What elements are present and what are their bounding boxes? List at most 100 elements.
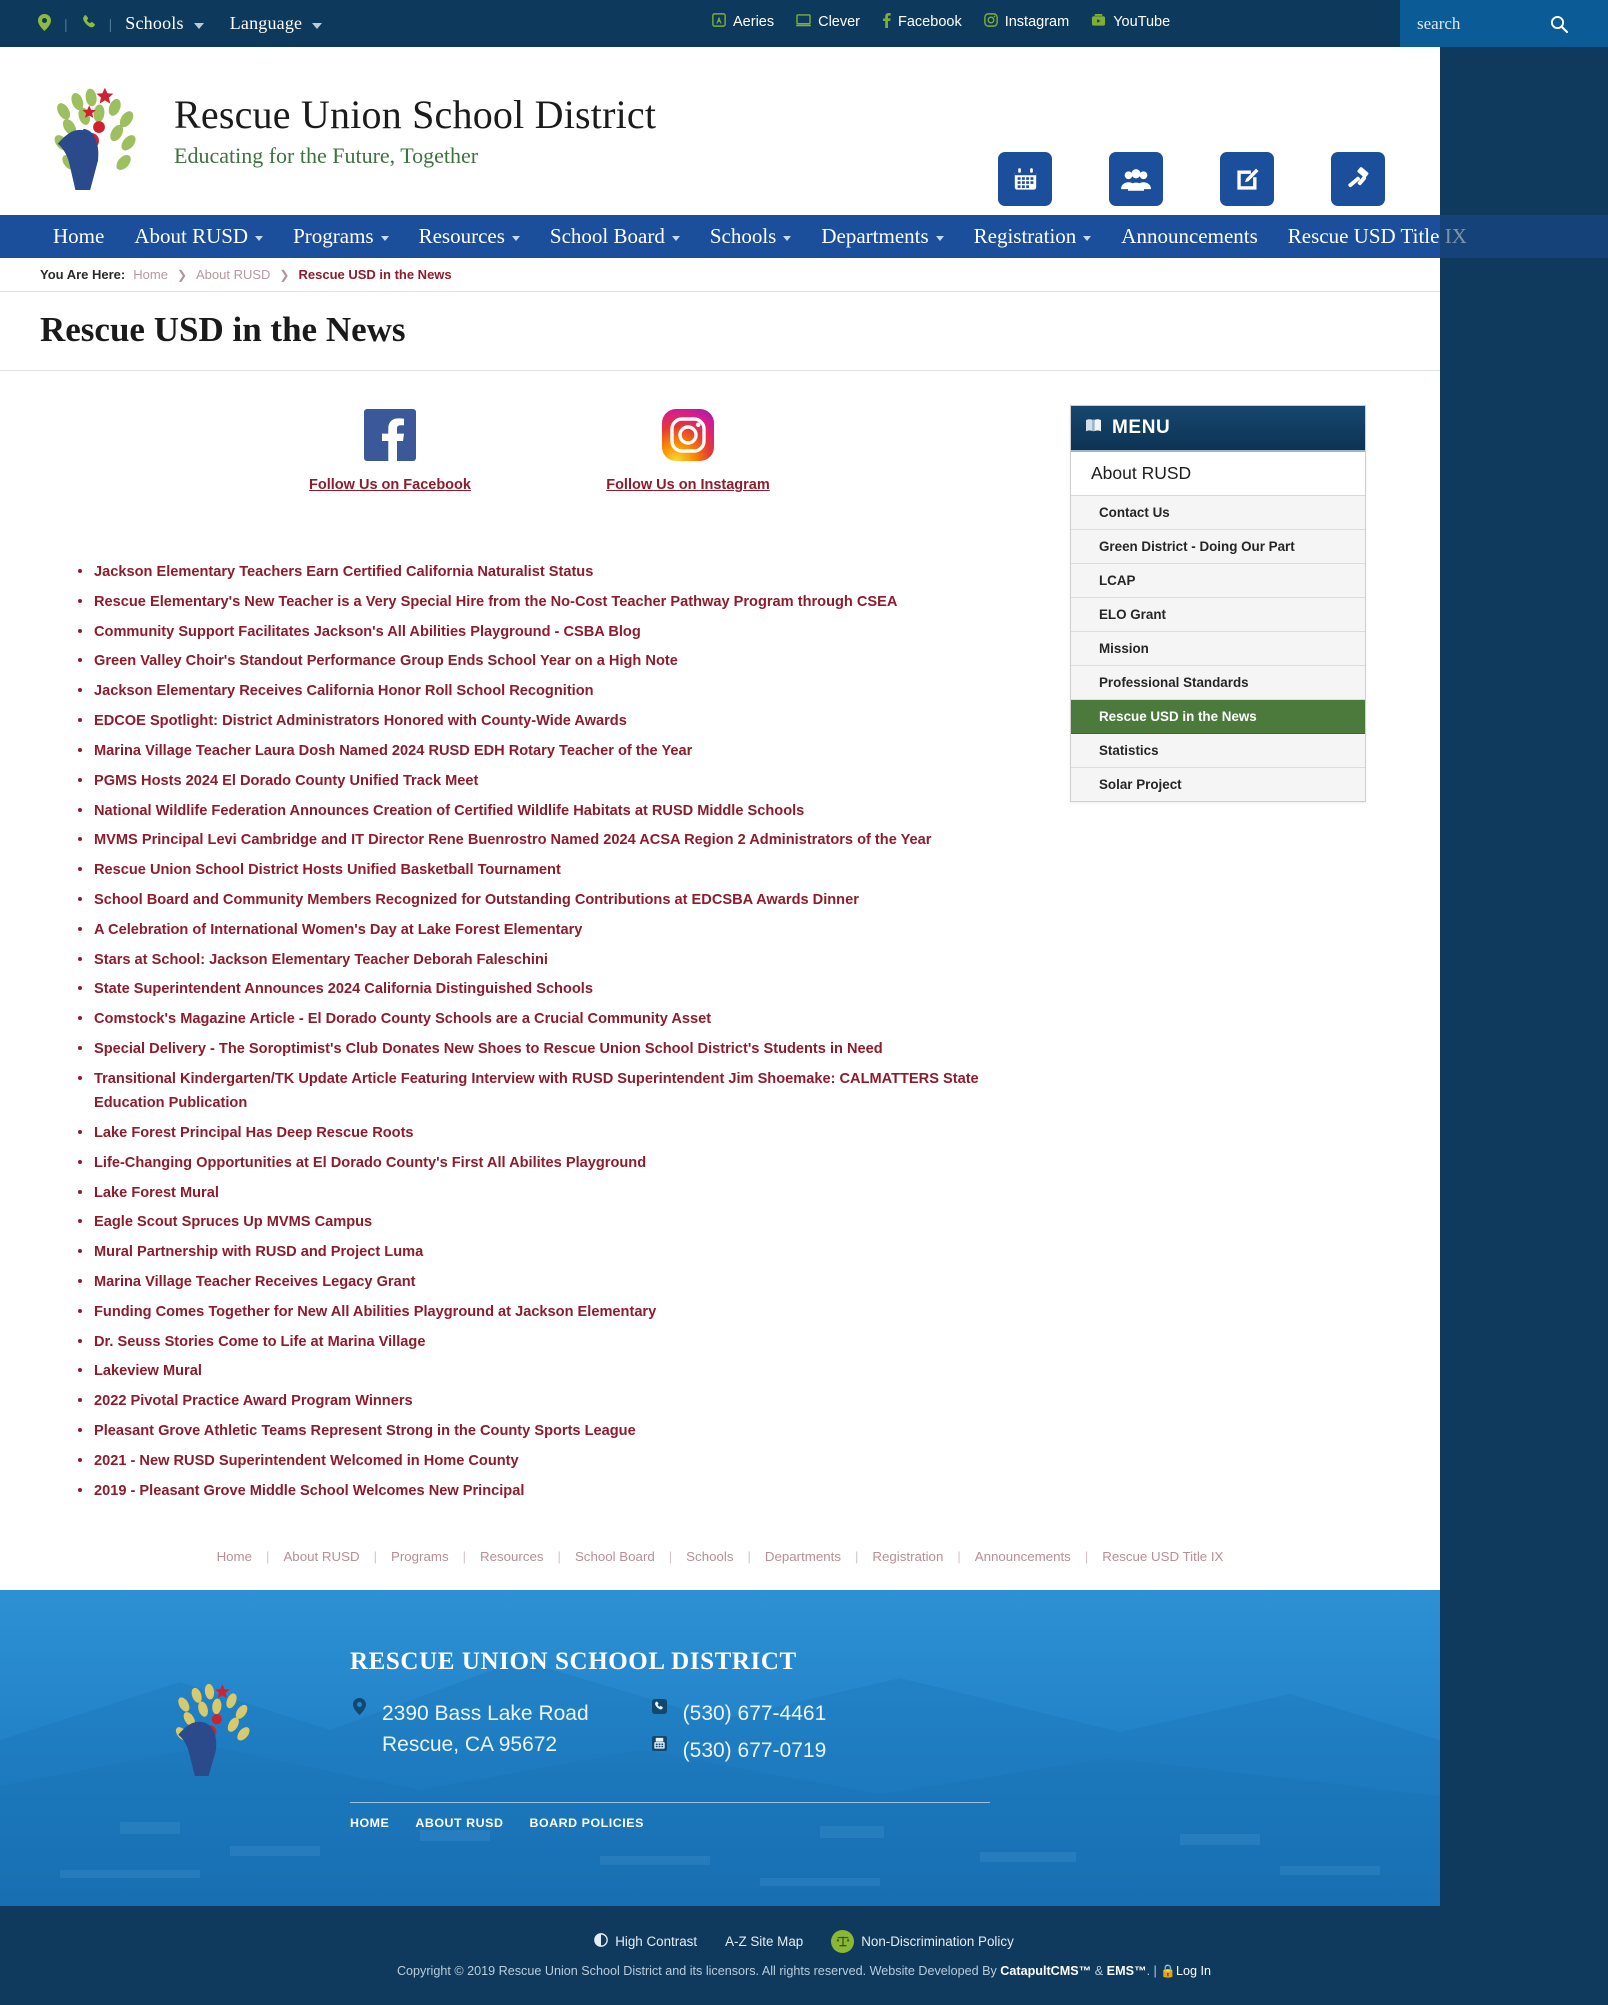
- footer-sublink-home[interactable]: HOME: [350, 1816, 389, 1830]
- sidebar-item-lcap[interactable]: LCAP: [1071, 564, 1365, 598]
- footer-nav-school-board[interactable]: School Board: [561, 1549, 669, 1564]
- sidebar-item-mission[interactable]: Mission: [1071, 632, 1365, 666]
- nav-item-about-rusd[interactable]: About RUSD: [119, 224, 278, 249]
- news-link[interactable]: Rescue Elementary's New Teacher is a Ver…: [94, 594, 897, 610]
- news-link[interactable]: Lakeview Mural: [94, 1363, 202, 1379]
- news-link[interactable]: 2019 - Pleasant Grove Middle School Welc…: [94, 1483, 524, 1499]
- news-list: Jackson Elementary Teachers Earn Certifi…: [0, 560, 1070, 1503]
- news-link[interactable]: Lake Forest Mural: [94, 1185, 219, 1201]
- news-link[interactable]: Jackson Elementary Teachers Earn Certifi…: [94, 564, 593, 580]
- nav-item-schools[interactable]: Schools: [695, 224, 807, 249]
- high-contrast-link[interactable]: High Contrast: [594, 1932, 697, 1950]
- sidebar-item-statistics[interactable]: Statistics: [1071, 734, 1365, 768]
- news-link[interactable]: Transitional Kindergarten/TK Update Arti…: [94, 1071, 979, 1111]
- footer-nav-registration[interactable]: Registration: [858, 1549, 957, 1564]
- log-in-link[interactable]: Log In: [1176, 1964, 1211, 1978]
- news-link[interactable]: Comstock's Magazine Article - El Dorado …: [94, 1011, 711, 1027]
- news-link[interactable]: A Celebration of International Women's D…: [94, 922, 582, 938]
- list-item: Green Valley Choir's Standout Performanc…: [78, 649, 1003, 673]
- news-link[interactable]: Green Valley Choir's Standout Performanc…: [94, 653, 678, 669]
- list-item: A Celebration of International Women's D…: [78, 918, 1003, 942]
- search-input[interactable]: [1400, 13, 1550, 34]
- list-item: Lake Forest Mural: [78, 1181, 1003, 1205]
- sidebar-item-elo-grant[interactable]: ELO Grant: [1071, 598, 1365, 632]
- language-dropdown[interactable]: Language: [230, 13, 323, 34]
- footer-nav-resources[interactable]: Resources: [466, 1549, 558, 1564]
- map-pin-icon[interactable]: [38, 13, 51, 34]
- news-link[interactable]: Stars at School: Jackson Elementary Teac…: [94, 952, 548, 968]
- clever-link[interactable]: Clever: [796, 14, 860, 30]
- news-link[interactable]: Marina Village Teacher Laura Dosh Named …: [94, 743, 692, 759]
- footer-nav-programs[interactable]: Programs: [377, 1549, 463, 1564]
- news-link[interactable]: Life-Changing Opportunities at El Dorado…: [94, 1155, 646, 1171]
- footer-address-line2: Rescue, CA 95672: [382, 1732, 558, 1756]
- list-item: Transitional Kindergarten/TK Update Arti…: [78, 1067, 1003, 1116]
- news-link[interactable]: 2021 - New RUSD Superintendent Welcomed …: [94, 1453, 519, 1469]
- news-link[interactable]: Jackson Elementary Receives California H…: [94, 683, 594, 699]
- news-link[interactable]: Community Support Facilitates Jackson's …: [94, 624, 641, 640]
- site-title: Rescue Union School District: [174, 92, 657, 137]
- list-item: Eagle Scout Spruces Up MVMS Campus: [78, 1210, 1003, 1234]
- footer-sublink-board-policies[interactable]: BOARD POLICIES: [529, 1816, 643, 1830]
- news-link[interactable]: National Wildlife Federation Announces C…: [94, 803, 804, 819]
- nav-item-resources[interactable]: Resources: [404, 224, 535, 249]
- breadcrumb-separator: ❯: [176, 267, 187, 282]
- breadcrumb-current: Rescue USD in the News: [298, 267, 452, 282]
- news-link[interactable]: Eagle Scout Spruces Up MVMS Campus: [94, 1214, 372, 1230]
- breadcrumb-home[interactable]: Home: [133, 267, 168, 282]
- footer-nav-schools[interactable]: Schools: [672, 1549, 747, 1564]
- news-link[interactable]: Marina Village Teacher Receives Legacy G…: [94, 1274, 416, 1290]
- footer-nav-departments[interactable]: Departments: [751, 1549, 855, 1564]
- news-link[interactable]: Mural Partnership with RUSD and Project …: [94, 1244, 423, 1260]
- sidebar-item-contact-us[interactable]: Contact Us: [1071, 496, 1365, 530]
- footer-nav-rescue-usd-title-ix[interactable]: Rescue USD Title IX: [1088, 1549, 1237, 1564]
- facebook-icon: [882, 12, 891, 31]
- footer-nav-home[interactable]: Home: [203, 1549, 266, 1564]
- instagram-link[interactable]: Instagram: [983, 13, 1069, 30]
- phone-icon[interactable]: [81, 14, 96, 33]
- footer-sublink-about-rusd[interactable]: ABOUT RUSD: [415, 1816, 503, 1830]
- breadcrumb-about-rusd[interactable]: About RUSD: [196, 267, 270, 282]
- news-link[interactable]: Special Delivery - The Soroptimist's Clu…: [94, 1041, 883, 1057]
- news-link[interactable]: EDCOE Spotlight: District Administrators…: [94, 713, 627, 729]
- news-link[interactable]: 2022 Pivotal Practice Award Program Winn…: [94, 1393, 413, 1409]
- news-link[interactable]: PGMS Hosts 2024 El Dorado County Unified…: [94, 773, 478, 789]
- follow-instagram-link[interactable]: Follow Us on Instagram: [606, 477, 770, 493]
- footer-nav-announcements[interactable]: Announcements: [961, 1549, 1085, 1564]
- district-logo[interactable]: [40, 72, 158, 190]
- news-link[interactable]: Pleasant Grove Athletic Teams Represent …: [94, 1423, 636, 1439]
- news-link[interactable]: Dr. Seuss Stories Come to Life at Marina…: [94, 1334, 425, 1350]
- news-link[interactable]: Funding Comes Together for New All Abili…: [94, 1304, 656, 1320]
- footer-logo[interactable]: [160, 1666, 270, 1776]
- nav-item-school-board[interactable]: School Board: [535, 224, 695, 249]
- schools-dropdown-label[interactable]: Schools: [125, 13, 183, 34]
- nav-item-announcements[interactable]: Announcements: [1106, 224, 1272, 249]
- nav-item-home[interactable]: Home: [38, 224, 119, 249]
- news-link[interactable]: School Board and Community Members Recog…: [94, 892, 859, 908]
- schools-dropdown[interactable]: Schools: [125, 13, 204, 34]
- site-map-link[interactable]: A-Z Site Map: [725, 1934, 803, 1949]
- aeries-link[interactable]: Aeries: [712, 13, 774, 30]
- nav-item-departments[interactable]: Departments: [806, 224, 958, 249]
- news-link[interactable]: Rescue Union School District Hosts Unifi…: [94, 862, 561, 878]
- language-dropdown-label[interactable]: Language: [230, 13, 303, 34]
- facebook-link[interactable]: Facebook: [882, 12, 962, 31]
- sidebar-item-rescue-usd-in-the-news[interactable]: Rescue USD in the News: [1071, 700, 1365, 734]
- footer-nav-about-rusd[interactable]: About RUSD: [269, 1549, 373, 1564]
- sidebar-item-professional-standards[interactable]: Professional Standards: [1071, 666, 1365, 700]
- fax-icon: [651, 1735, 669, 1759]
- nav-item-rescue-usd-title-ix[interactable]: Rescue USD Title IX: [1273, 224, 1482, 249]
- follow-facebook-link[interactable]: Follow Us on Facebook: [309, 477, 471, 493]
- nav-item-registration[interactable]: Registration: [959, 224, 1107, 249]
- news-link[interactable]: Lake Forest Principal Has Deep Rescue Ro…: [94, 1125, 414, 1141]
- sidebar-item-solar-project[interactable]: Solar Project: [1071, 768, 1365, 801]
- non-discrimination-policy-link[interactable]: Non-Discrimination Policy: [831, 1929, 1014, 1953]
- footer-fax: (530) 677-0719: [651, 1735, 826, 1766]
- sidebar-item-green-district[interactable]: Green District - Doing Our Part: [1071, 530, 1365, 564]
- utility-social-links: Aeries Clever Facebook Instagram YouTube: [712, 12, 1170, 31]
- news-link[interactable]: State Superintendent Announces 2024 Cali…: [94, 981, 593, 997]
- search-button[interactable]: [1550, 15, 1582, 33]
- youtube-link[interactable]: YouTube: [1091, 13, 1170, 30]
- nav-item-programs[interactable]: Programs: [278, 224, 404, 249]
- news-link[interactable]: MVMS Principal Levi Cambridge and IT Dir…: [94, 832, 931, 848]
